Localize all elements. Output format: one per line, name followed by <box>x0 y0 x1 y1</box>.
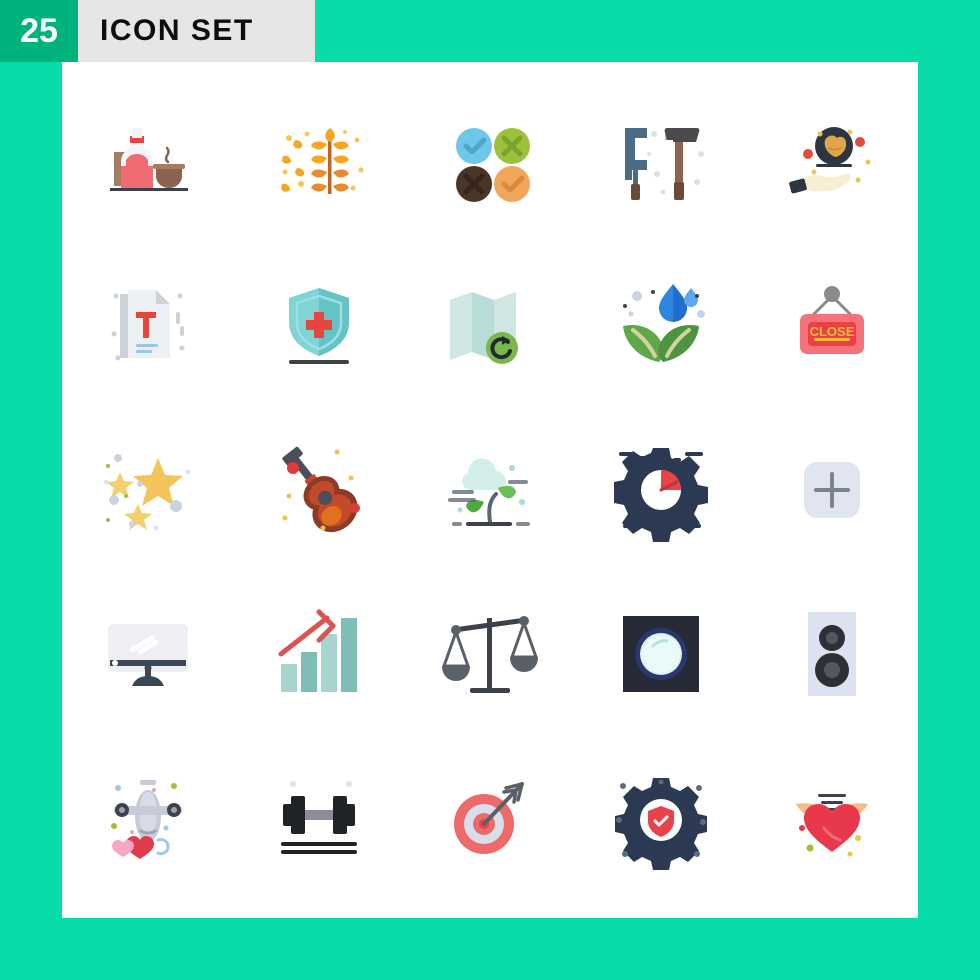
clamp-and-hammer-icon <box>625 128 705 200</box>
icon-cell-5[interactable] <box>747 80 918 244</box>
icon-panel: CLOSE <box>62 62 918 918</box>
icon-cell-2[interactable] <box>233 80 404 244</box>
gear-security-shield-icon <box>615 778 708 870</box>
icon-cell-10[interactable]: CLOSE <box>747 244 918 408</box>
page-title: ICON SET <box>100 14 254 47</box>
moon-night-icon <box>623 616 700 692</box>
bottle-and-cup-icon <box>109 128 188 191</box>
wheat-grain-icon <box>280 128 364 194</box>
icon-cell-17[interactable] <box>233 572 404 736</box>
icon-cell-21[interactable] <box>62 736 233 900</box>
icon-cell-20[interactable] <box>747 572 918 736</box>
winged-heart-icon <box>796 794 869 857</box>
add-plus-square-icon <box>804 462 861 518</box>
icon-cell-9[interactable] <box>576 244 747 408</box>
header-bar: 25 ICON SET <box>0 0 315 62</box>
airplane-love-icon <box>110 780 182 859</box>
icon-cell-1[interactable] <box>62 80 233 244</box>
gear-speedometer-icon <box>614 448 709 542</box>
icon-cell-16[interactable] <box>62 572 233 736</box>
check-cross-circles-icon <box>455 128 530 202</box>
icon-cell-14[interactable] <box>576 408 747 572</box>
sprout-cloud-icon <box>447 458 530 526</box>
close-sign-icon: CLOSE <box>800 286 865 354</box>
icon-cell-11[interactable] <box>62 408 233 572</box>
icon-cell-12[interactable] <box>233 408 404 572</box>
guitar-icon <box>282 446 360 533</box>
icon-count-badge: 25 <box>0 0 78 62</box>
icon-cell-3[interactable] <box>404 80 575 244</box>
icon-cell-15[interactable] <box>747 408 918 572</box>
stars-sparkle-icon <box>103 454 191 531</box>
icon-cell-8[interactable] <box>404 244 575 408</box>
icon-cell-7[interactable] <box>233 244 404 408</box>
icon-cell-25[interactable] <box>747 736 918 900</box>
icon-set-page: 25 ICON SET CLOSE <box>0 0 980 980</box>
desktop-monitor-icon <box>107 624 188 686</box>
map-refresh-icon <box>449 292 518 364</box>
leaves-water-drop-icon <box>623 284 706 362</box>
dumbbell-icon <box>280 781 357 854</box>
icon-cell-4[interactable] <box>576 80 747 244</box>
hand-holding-fried-chicken-icon <box>789 127 871 194</box>
target-arrow-icon <box>453 782 524 854</box>
close-sign-text: CLOSE <box>810 324 855 339</box>
icon-cell-13[interactable] <box>404 408 575 572</box>
speaker-icon <box>808 612 857 696</box>
text-document-icon <box>111 290 185 361</box>
icon-cell-24[interactable] <box>576 736 747 900</box>
growth-bar-chart-icon <box>278 609 357 692</box>
icon-grid: CLOSE <box>62 80 918 900</box>
icon-cell-22[interactable] <box>233 736 404 900</box>
icon-cell-23[interactable] <box>404 736 575 900</box>
icon-cell-19[interactable] <box>576 572 747 736</box>
icon-cell-6[interactable] <box>62 244 233 408</box>
balance-scale-icon <box>441 616 539 693</box>
icon-cell-18[interactable] <box>404 572 575 736</box>
medical-shield-icon <box>288 288 349 364</box>
